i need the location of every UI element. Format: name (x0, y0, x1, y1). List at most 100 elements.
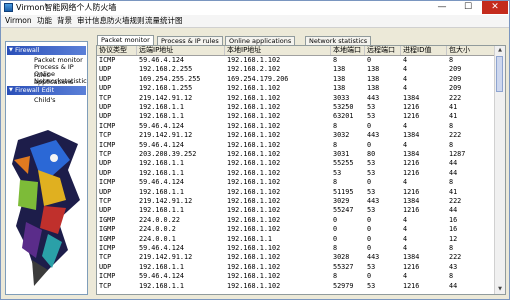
menu-virmon[interactable]: Virmon (5, 16, 32, 26)
cell-local-ip: 192.168.1.102 (227, 215, 281, 224)
sidebar-item-network-statistics[interactable]: Networkstatistics (34, 77, 87, 85)
cell-packet-size: 44 (449, 159, 458, 168)
cell-remote-ip: 219.142.91.12 (139, 197, 193, 205)
sidebar-section-edit[interactable]: ▼ Firewall Edit (7, 86, 86, 95)
cell-protocol: IGMP (99, 225, 116, 234)
cell-local-ip: 192.168.1.102 (227, 178, 281, 187)
table-row[interactable]: UDP 192.168.1.1 192.168.1.102 53 53 1216 44 (97, 169, 495, 177)
minimize-button[interactable]: — (429, 1, 455, 14)
table-row[interactable]: TCP 192.168.1.1 192.168.1.102 52979 53 1216 44 (97, 282, 495, 290)
menu-traffic-chart[interactable]: 流量统计图 (145, 16, 183, 26)
scrollbar-thumb[interactable] (496, 56, 503, 92)
cell-process-id: 4 (403, 121, 408, 130)
sidebar-item-childs[interactable]: Child's (34, 96, 56, 104)
table-row[interactable]: IGMP 224.0.0.1 192.168.1.1 0 0 4 12 (97, 235, 495, 243)
cell-protocol: UDP (99, 103, 112, 111)
table-row[interactable]: UDP 192.168.1.255 192.168.1.102 138 138 4 209 (97, 84, 495, 92)
packet-table: 协议类型 远端IP地址 本地IP地址 本地端口 远程端口 进程ID值 包大小 I… (96, 45, 506, 295)
table-row[interactable]: ICMP 59.46.4.124 192.168.1.102 8 0 4 8 (97, 244, 495, 252)
cell-remote-port: 138 (367, 65, 380, 74)
cell-local-ip: 192.168.1.1 (227, 234, 273, 243)
cell-remote-ip: 169.254.255.255 (139, 74, 201, 83)
column-header-packet-size[interactable]: 包大小 (447, 46, 495, 55)
cell-packet-size: 8 (449, 121, 454, 130)
cell-remote-port: 443 (367, 93, 380, 102)
sidebar-section-monitor[interactable]: ▼ Firewall MonitorCenter (7, 46, 86, 63)
cell-process-id: 4 (403, 244, 408, 252)
cell-protocol: UDP (99, 112, 112, 121)
cell-local-ip: 192.168.1.102 (227, 253, 281, 262)
cell-protocol: UDP (99, 187, 112, 196)
cell-remote-port: 53 (367, 281, 376, 290)
table-row[interactable]: TCP 203.208.39.252 192.168.1.102 3031 80 1384… (97, 150, 495, 158)
column-header-protocol[interactable]: 协议类型 (97, 46, 137, 55)
table-row[interactable]: TCP 219.142.91.12 192.168.1.102 3032 443 1384… (97, 131, 495, 139)
table-row[interactable]: UDP 192.168.1.1 192.168.1.102 63201 53 1216 41 (97, 112, 495, 120)
cell-remote-port: 53 (367, 159, 376, 168)
cell-protocol: UDP (99, 168, 112, 177)
cell-local-port: 8 (333, 178, 338, 187)
cell-protocol: IGMP (99, 215, 116, 224)
cell-local-port: 63201 (333, 112, 354, 121)
cell-packet-size: 44 (449, 206, 458, 215)
cell-remote-port: 0 (367, 234, 372, 243)
scroll-down-arrow-icon[interactable]: ▼ (495, 285, 505, 294)
table-row[interactable]: UDP 169.254.255.255 169.254.179.206 138 138 4… (97, 75, 495, 83)
cell-remote-port: 443 (367, 131, 380, 140)
close-button[interactable]: ✕ (482, 1, 508, 14)
cell-local-port: 55327 (333, 262, 354, 271)
table-row[interactable]: IGMP 224.0.0.22 192.168.1.102 0 0 4 16 (97, 216, 495, 224)
table-row[interactable]: UDP 192.168.1.1 192.168.1.102 53250 53 1216 41 (97, 103, 495, 111)
table-row[interactable]: UDP 192.168.1.1 192.168.1.102 55255 53 1216 44 (97, 159, 495, 167)
column-header-process-id[interactable]: 进程ID值 (401, 46, 447, 55)
cell-process-id: 4 (403, 225, 408, 234)
menu-background[interactable]: 背景 (57, 16, 72, 26)
cell-local-ip: 192.168.1.102 (227, 272, 281, 281)
cell-packet-size: 41 (449, 187, 458, 196)
cell-remote-port: 53 (367, 206, 376, 215)
cell-local-ip: 192.168.1.102 (227, 121, 281, 130)
table-row[interactable]: ICMP 59.46.4.124 192.168.1.102 8 0 4 8 (97, 178, 495, 186)
cell-process-id: 4 (403, 234, 408, 243)
table-row[interactable]: TCP 219.142.91.12 192.168.1.102 3028 443 1384… (97, 253, 495, 261)
cell-remote-ip: 59.46.4.124 (139, 178, 185, 187)
cell-packet-size: 222 (449, 197, 462, 205)
menu-firewall-rules[interactable]: 防火墙规则 (107, 16, 145, 26)
cell-local-port: 0 (333, 234, 338, 243)
table-row[interactable]: ICMP 59.46.4.124 192.168.1.102 8 0 4 8 (97, 56, 495, 64)
column-header-remote-port[interactable]: 远程端口 (365, 46, 401, 55)
cell-packet-size: 209 (449, 65, 462, 74)
table-row[interactable]: IGMP 224.0.0.2 192.168.1.102 0 0 4 16 (97, 225, 495, 233)
vertical-scrollbar[interactable]: ▲ ▼ (494, 46, 505, 294)
table-row[interactable]: ICMP 59.46.4.124 192.168.1.102 8 0 4 8 (97, 122, 495, 130)
cell-local-port: 3029 (333, 197, 350, 205)
column-header-local-port[interactable]: 本地端口 (331, 46, 365, 55)
cell-remote-port: 0 (367, 178, 372, 187)
table-row[interactable]: UDP 192.168.2.255 192.168.2.102 138 138 4 209 (97, 65, 495, 73)
scroll-up-arrow-icon[interactable]: ▲ (495, 46, 505, 55)
cell-protocol: ICMP (99, 272, 116, 281)
table-row[interactable]: UDP 192.168.1.1 192.168.1.102 51195 53 1216 41 (97, 188, 495, 196)
menu-function[interactable]: 功能 (37, 16, 52, 26)
cell-protocol: ICMP (99, 56, 116, 64)
column-header-local-ip[interactable]: 本地IP地址 (225, 46, 331, 55)
table-row[interactable]: ICMP 59.46.4.124 192.168.1.102 8 0 4 8 (97, 141, 495, 149)
column-header-remote-ip[interactable]: 远端IP地址 (137, 46, 225, 55)
cell-remote-port: 53 (367, 168, 376, 177)
cell-remote-ip: 192.168.1.1 (139, 187, 185, 196)
cell-process-id: 1216 (403, 262, 420, 271)
cell-protocol: UDP (99, 74, 112, 83)
cell-local-port: 55247 (333, 206, 354, 215)
table-row[interactable]: TCP 219.142.91.12 192.168.1.102 3029 443 1384… (97, 197, 495, 205)
table-row[interactable]: ICMP 59.46.4.124 192.168.1.102 8 0 4 8 (97, 272, 495, 280)
table-row[interactable]: UDP 192.168.1.1 192.168.1.102 55327 53 1216 43 (97, 263, 495, 271)
cell-remote-port: 53 (367, 262, 376, 271)
cell-local-port: 53 (333, 168, 342, 177)
cell-process-id: 1384 (403, 197, 420, 205)
maximize-button[interactable]: ☐ (455, 1, 481, 14)
table-row[interactable]: TCP 219.142.91.12 192.168.1.102 3033 443 1384… (97, 94, 495, 102)
menu-audit[interactable]: 审计信息 (77, 16, 107, 26)
cell-packet-size: 8 (449, 140, 454, 149)
table-row[interactable]: UDP 192.168.1.1 192.168.1.102 55247 53 1216 44 (97, 206, 495, 214)
app-window: Virmon智能网络个人防火墙 — ☐ ✕ Virmon 功能 背景 审计信息 … (0, 0, 510, 300)
